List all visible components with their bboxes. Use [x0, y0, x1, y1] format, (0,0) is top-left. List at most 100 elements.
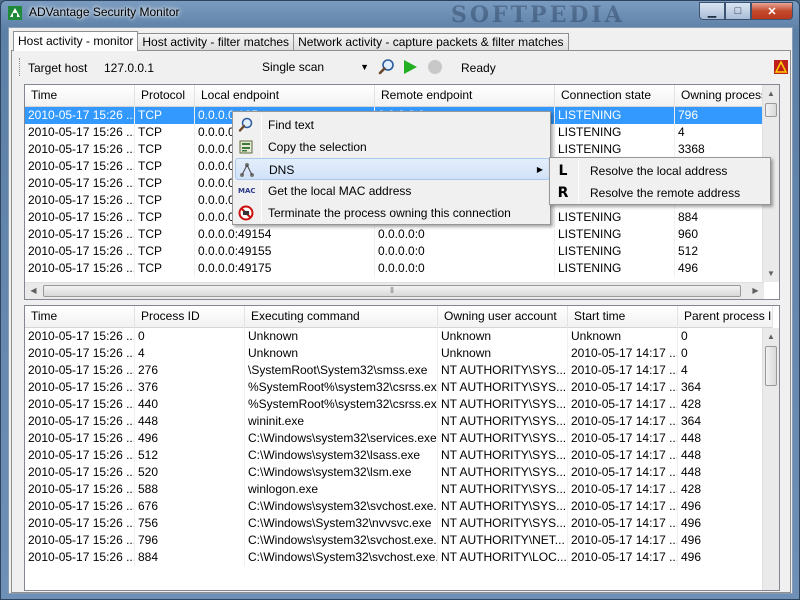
table-cell: 2010-05-17 14:17 ...	[568, 481, 678, 498]
maximize-button[interactable]: □	[725, 2, 751, 20]
table-row[interactable]: 2010-05-17 15:26 ... 520 C:\Windows\system…	[25, 464, 773, 481]
menu-item-resolve-local[interactable]: L Resolve the local address	[552, 160, 768, 182]
connections-grid-header: Time Protocol Local endpoint Remote endp…	[25, 85, 775, 107]
table-row[interactable]: 2010-05-17 15:26 ... TCP 0.0.0.0:49175 0.0.…	[25, 260, 775, 277]
table-row[interactable]: 2010-05-17 15:26 ... TCP 0.0.0.0:49154 0.0.…	[25, 226, 775, 243]
watermark: SOFTPEDIA	[451, 2, 625, 28]
table-cell: 2010-05-17 14:17 ...	[568, 498, 678, 515]
table-cell: TCP	[135, 158, 195, 175]
table-cell: 2010-05-17 15:26 ...	[25, 379, 135, 396]
table-row[interactable]: 2010-05-17 15:26 ... 0 Unknown Unknown Unkno…	[25, 328, 773, 345]
tab-host-filter-matches[interactable]: Host activity - filter matches	[137, 33, 295, 51]
table-cell: 796	[675, 107, 775, 124]
col-executing-command[interactable]: Executing command	[245, 306, 438, 328]
tab-network-activity[interactable]: Network activity - capture packets & fil…	[293, 33, 569, 51]
menu-item-terminate-process[interactable]: Terminate the process owning this connec…	[235, 202, 548, 224]
table-row[interactable]: 2010-05-17 15:26 ... 376 %SystemRoot%\syst…	[25, 379, 773, 396]
scan-mode-dropdown[interactable]: Single scan ▼	[258, 57, 372, 77]
menu-item-resolve-remote[interactable]: R Resolve the remote address	[552, 182, 768, 204]
table-row[interactable]: 2010-05-17 15:26 ... 884 C:\Windows\System…	[25, 549, 773, 566]
col-owning-user-account[interactable]: Owning user account	[438, 306, 568, 328]
processes-vscroll[interactable]: ▲	[762, 328, 779, 590]
target-host-value[interactable]: 127.0.0.1	[104, 61, 154, 75]
col-local-endpoint[interactable]: Local endpoint	[195, 85, 375, 107]
menu-item-dns[interactable]: DNS ▶	[235, 158, 550, 180]
col-time[interactable]: Time	[25, 306, 135, 328]
table-cell: 884	[675, 209, 775, 226]
table-row[interactable]: 2010-05-17 15:26 ... 796 C:\Windows\system…	[25, 532, 773, 549]
table-row[interactable]: 2010-05-17 15:26 ... 588 winlogon.exe NT AU…	[25, 481, 773, 498]
table-cell: LISTENING	[555, 209, 675, 226]
col-parent-process-id[interactable]: Parent process ID	[678, 306, 773, 328]
table-cell: 796	[135, 532, 245, 549]
table-cell: Unknown	[438, 345, 568, 362]
table-cell: C:\Windows\system32\lsm.exe	[245, 464, 438, 481]
app-logo-icon[interactable]	[772, 58, 790, 76]
letter-l-icon: L	[558, 163, 568, 179]
table-row[interactable]: 2010-05-17 15:26 ... 448 wininit.exe NT AUT…	[25, 413, 773, 430]
menu-item-copy-selection[interactable]: Copy the selection	[235, 136, 548, 158]
table-cell: NT AUTHORITY\SYS...	[438, 464, 568, 481]
search-icon[interactable]	[378, 58, 396, 76]
table-cell: 2010-05-17 15:26 ...	[25, 175, 135, 192]
menu-item-get-mac[interactable]: MAC Get the local MAC address	[235, 180, 548, 202]
table-cell: 4	[678, 362, 773, 379]
table-cell: 2010-05-17 14:17 ...	[568, 362, 678, 379]
table-row[interactable]: 2010-05-17 15:26 ... 496 C:\Windows\system…	[25, 430, 773, 447]
col-remote-endpoint[interactable]: Remote endpoint	[375, 85, 555, 107]
table-cell: 0.0.0.0:49155	[195, 243, 375, 260]
col-owning-process-id[interactable]: Owning process ID	[675, 85, 775, 107]
table-row[interactable]: 2010-05-17 15:26 ... TCP 0.0.0.0:49155 0.0.…	[25, 243, 775, 260]
close-button[interactable]: ✕	[751, 2, 793, 20]
scroll-right-icon[interactable]: ▶	[747, 283, 764, 299]
table-cell: NT AUTHORITY\LOC...	[438, 549, 568, 566]
table-row[interactable]: 2010-05-17 15:26 ... 440 %SystemRoot%\syst…	[25, 396, 773, 413]
table-cell: 2010-05-17 14:17 ...	[568, 430, 678, 447]
table-cell: 2010-05-17 15:26 ...	[25, 260, 135, 277]
scroll-thumb[interactable]	[765, 346, 777, 386]
table-cell: LISTENING	[555, 107, 675, 124]
scroll-down-icon[interactable]: ▼	[763, 265, 779, 282]
play-icon[interactable]	[401, 58, 419, 76]
table-row[interactable]: 2010-05-17 15:26 ... 756 C:\Windows\System…	[25, 515, 773, 532]
scroll-up-icon[interactable]: ▲	[763, 328, 779, 345]
col-protocol[interactable]: Protocol	[135, 85, 195, 107]
table-row[interactable]: 2010-05-17 15:26 ... 512 C:\Windows\system…	[25, 447, 773, 464]
table-cell: 276	[135, 362, 245, 379]
table-cell: 376	[135, 379, 245, 396]
table-cell: 2010-05-17 15:26 ...	[25, 464, 135, 481]
menu-item-find-text[interactable]: Find text	[235, 114, 548, 136]
table-cell: 2010-05-17 15:26 ...	[25, 413, 135, 430]
dropdown-arrow-icon: ▼	[360, 62, 369, 72]
table-cell: 0.0.0.0:0	[375, 243, 555, 260]
table-cell: 2010-05-17 14:17 ...	[568, 379, 678, 396]
menu-item-label: Get the local MAC address	[268, 184, 412, 198]
table-cell: C:\Windows\System32\svchost.exe...	[245, 549, 438, 566]
table-row[interactable]: 2010-05-17 15:26 ... 4 Unknown Unknown 2010-…	[25, 345, 773, 362]
scroll-thumb[interactable]	[765, 103, 777, 117]
toolbar-grip[interactable]	[19, 58, 22, 76]
hscroll-thumb[interactable]: ⦀	[43, 285, 741, 297]
table-row[interactable]: 2010-05-17 15:26 ... 276 \SystemRoot\Syste…	[25, 362, 773, 379]
scroll-left-icon[interactable]: ◀	[25, 283, 42, 299]
tab-host-monitor[interactable]: Host activity - monitor	[13, 31, 139, 51]
col-process-id[interactable]: Process ID	[135, 306, 245, 328]
table-cell: 2010-05-17 15:26 ...	[25, 532, 135, 549]
table-cell: 2010-05-17 15:26 ...	[25, 209, 135, 226]
table-cell: LISTENING	[555, 124, 675, 141]
table-row[interactable]: 2010-05-17 15:26 ... 676 C:\Windows\system…	[25, 498, 773, 515]
table-cell: 364	[678, 413, 773, 430]
table-cell: 448	[678, 430, 773, 447]
minimize-button[interactable]: ▁	[699, 2, 725, 20]
title-bar[interactable]: ADVantage Security Monitor SOFTPEDIA ▁ □…	[1, 1, 799, 28]
scroll-up-icon[interactable]: ▲	[763, 85, 779, 102]
submenu-arrow-icon: ▶	[536, 165, 543, 174]
connections-hscroll[interactable]: ◀ ⦀ ▶	[25, 282, 764, 299]
col-start-time[interactable]: Start time	[568, 306, 678, 328]
col-connection-state[interactable]: Connection state	[555, 85, 675, 107]
table-cell: 448	[678, 447, 773, 464]
stop-icon[interactable]	[426, 58, 444, 76]
table-cell: 4	[675, 124, 775, 141]
table-cell: %SystemRoot%\system32\csrss.exe...	[245, 379, 438, 396]
col-time[interactable]: Time	[25, 85, 135, 107]
